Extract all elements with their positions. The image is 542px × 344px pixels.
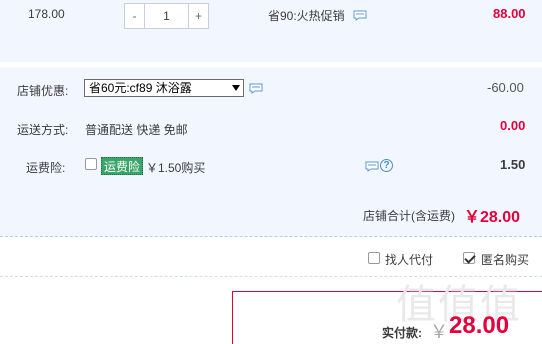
message-icon[interactable] (249, 83, 263, 94)
payment-currency: ￥ (430, 322, 448, 342)
shop-total-label: 店铺合计(含运费) (363, 209, 455, 223)
shipping-amount: 0.00 (500, 118, 526, 133)
anonymous-purchase-checkbox[interactable] (463, 252, 475, 264)
insurance-label: 运费险: (26, 161, 66, 175)
payment-label: 实付款: (382, 326, 422, 340)
order-summary-panel (0, 67, 542, 237)
insurance-checkbox[interactable] (85, 158, 97, 170)
discount-amount: -60.00 (487, 80, 524, 95)
message-icon[interactable] (353, 10, 367, 21)
help-icon[interactable]: ? (380, 159, 393, 172)
proxy-pay-checkbox[interactable] (368, 252, 380, 264)
decrease-quantity-button[interactable]: - (125, 4, 145, 28)
quantity-input[interactable] (145, 4, 188, 28)
quantity-stepper[interactable]: - + (124, 3, 209, 29)
item-subtotal: 88.00 (493, 6, 526, 21)
insurance-badge: 运费险 (101, 157, 144, 175)
shop-discount-selected: 省60元:cf89 沐浴露 (89, 81, 192, 95)
shop-discount-select[interactable]: 省60元:cf89 沐浴露 (84, 79, 244, 97)
dropdown-arrow-icon (232, 85, 240, 91)
shipping-method: 普通配送 快递 免邮 (85, 123, 188, 137)
shop-total-amount: ￥28.00 (464, 209, 521, 226)
promo-label: 省90:火热促销 (268, 9, 345, 23)
unit-price: 178.00 (28, 7, 65, 21)
discount-label: 店铺优惠: (17, 84, 69, 98)
insurance-amount: 1.50 (500, 157, 526, 172)
shipping-label: 运送方式: (17, 123, 69, 137)
message-icon[interactable] (365, 161, 379, 172)
increase-quantity-button[interactable]: + (188, 4, 208, 28)
proxy-pay-label[interactable]: 找人代付 (385, 251, 433, 268)
insurance-price: ￥1.50购买 (146, 161, 206, 175)
anonymous-purchase-label[interactable]: 匿名购买 (481, 251, 529, 268)
payment-amount: 28.00 (449, 312, 510, 339)
